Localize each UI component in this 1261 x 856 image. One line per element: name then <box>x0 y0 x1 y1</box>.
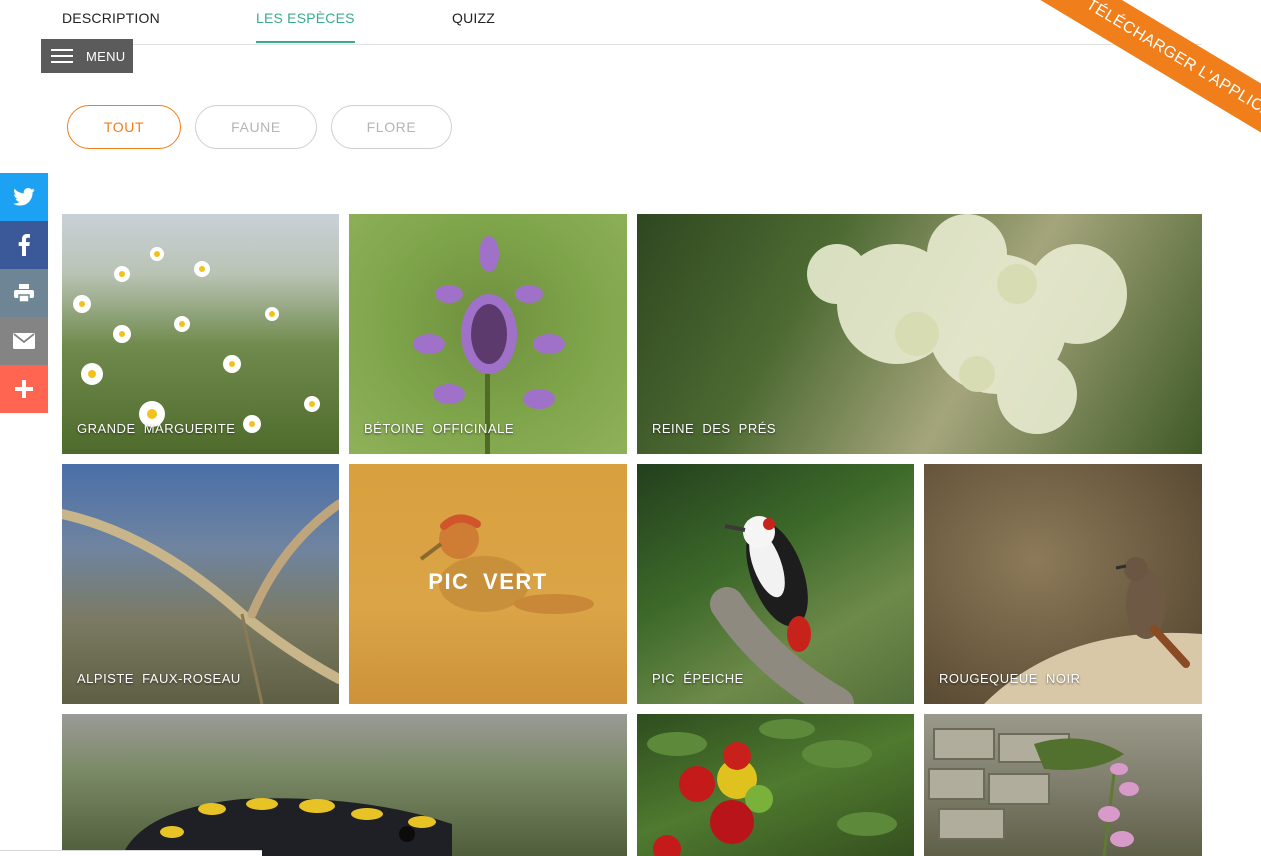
black-redstart-image <box>984 557 1202 704</box>
species-tile-lys-martagon[interactable] <box>924 714 1202 856</box>
filter-faune-button[interactable]: FAUNE <box>195 105 317 149</box>
daisy-flowers-image <box>73 247 320 433</box>
plus-icon <box>15 380 33 398</box>
filter-tout-button[interactable]: TOUT <box>67 105 181 149</box>
print-button[interactable] <box>0 269 48 317</box>
species-tile-grande-marguerite[interactable]: GRANDE MARGUERITE <box>62 214 339 454</box>
email-icon <box>13 333 35 349</box>
species-name: BÉTOINE OFFICINALE <box>364 421 515 436</box>
twitter-icon <box>13 188 35 206</box>
species-tile-pic-epeiche[interactable]: PIC ÉPEICHE <box>637 464 914 704</box>
species-name: ROUGEQUEUE NOIR <box>939 671 1081 686</box>
fire-salamander-image <box>122 798 452 856</box>
red-berries-image <box>647 719 897 856</box>
species-name: ALPISTE FAUX-ROSEAU <box>77 671 241 686</box>
section-tabs: DESCRIPTION LES ESPÈCES QUIZZ <box>62 0 1202 45</box>
menu-button[interactable]: MENU <box>41 39 133 73</box>
species-tile-rougequeue-noir[interactable]: ROUGEQUEUE NOIR <box>924 464 1202 704</box>
email-share-button[interactable] <box>0 317 48 365</box>
meadowsweet-image <box>807 214 1127 434</box>
species-filter: TOUT FAUNE FLORE <box>67 105 466 149</box>
purple-flower-image <box>413 236 565 454</box>
facebook-share-button[interactable] <box>0 221 48 269</box>
print-icon <box>14 284 34 302</box>
species-name: PIC VERT <box>428 569 548 594</box>
species-tile-betoine-officinale[interactable]: BÉTOINE OFFICINALE <box>349 214 627 454</box>
menu-label: MENU <box>86 48 126 64</box>
social-share-bar <box>0 173 48 413</box>
filter-flore-button[interactable]: FLORE <box>331 105 452 149</box>
great-spotted-woodpecker-image <box>710 516 854 704</box>
hamburger-icon <box>51 49 73 63</box>
facebook-icon <box>18 234 30 256</box>
twitter-share-button[interactable] <box>0 173 48 221</box>
species-name: REINE DES PRÉS <box>652 421 777 436</box>
tab-quizz[interactable]: QUIZZ <box>452 10 495 41</box>
species-tile-alpiste-faux-roseau[interactable]: ALPISTE FAUX-ROSEAU <box>62 464 339 704</box>
tab-description[interactable]: DESCRIPTION <box>62 10 160 41</box>
grass-seedhead-image <box>62 499 339 704</box>
species-name: PIC ÉPEICHE <box>652 671 744 686</box>
more-share-button[interactable] <box>0 365 48 413</box>
tab-les-especes[interactable]: LES ESPÈCES <box>256 10 355 43</box>
species-tile-pic-vert[interactable]: PIC VERT <box>349 464 627 704</box>
stone-wall-flower-image <box>928 728 1139 856</box>
bottom-scroll-bar <box>0 850 262 856</box>
species-tile-reine-des-pres[interactable]: REINE DES PRÉS <box>637 214 1202 454</box>
species-tile-salamandre[interactable] <box>62 714 627 856</box>
species-name: GRANDE MARGUERITE <box>77 421 236 436</box>
species-tile-fruits-rouges[interactable] <box>637 714 914 856</box>
